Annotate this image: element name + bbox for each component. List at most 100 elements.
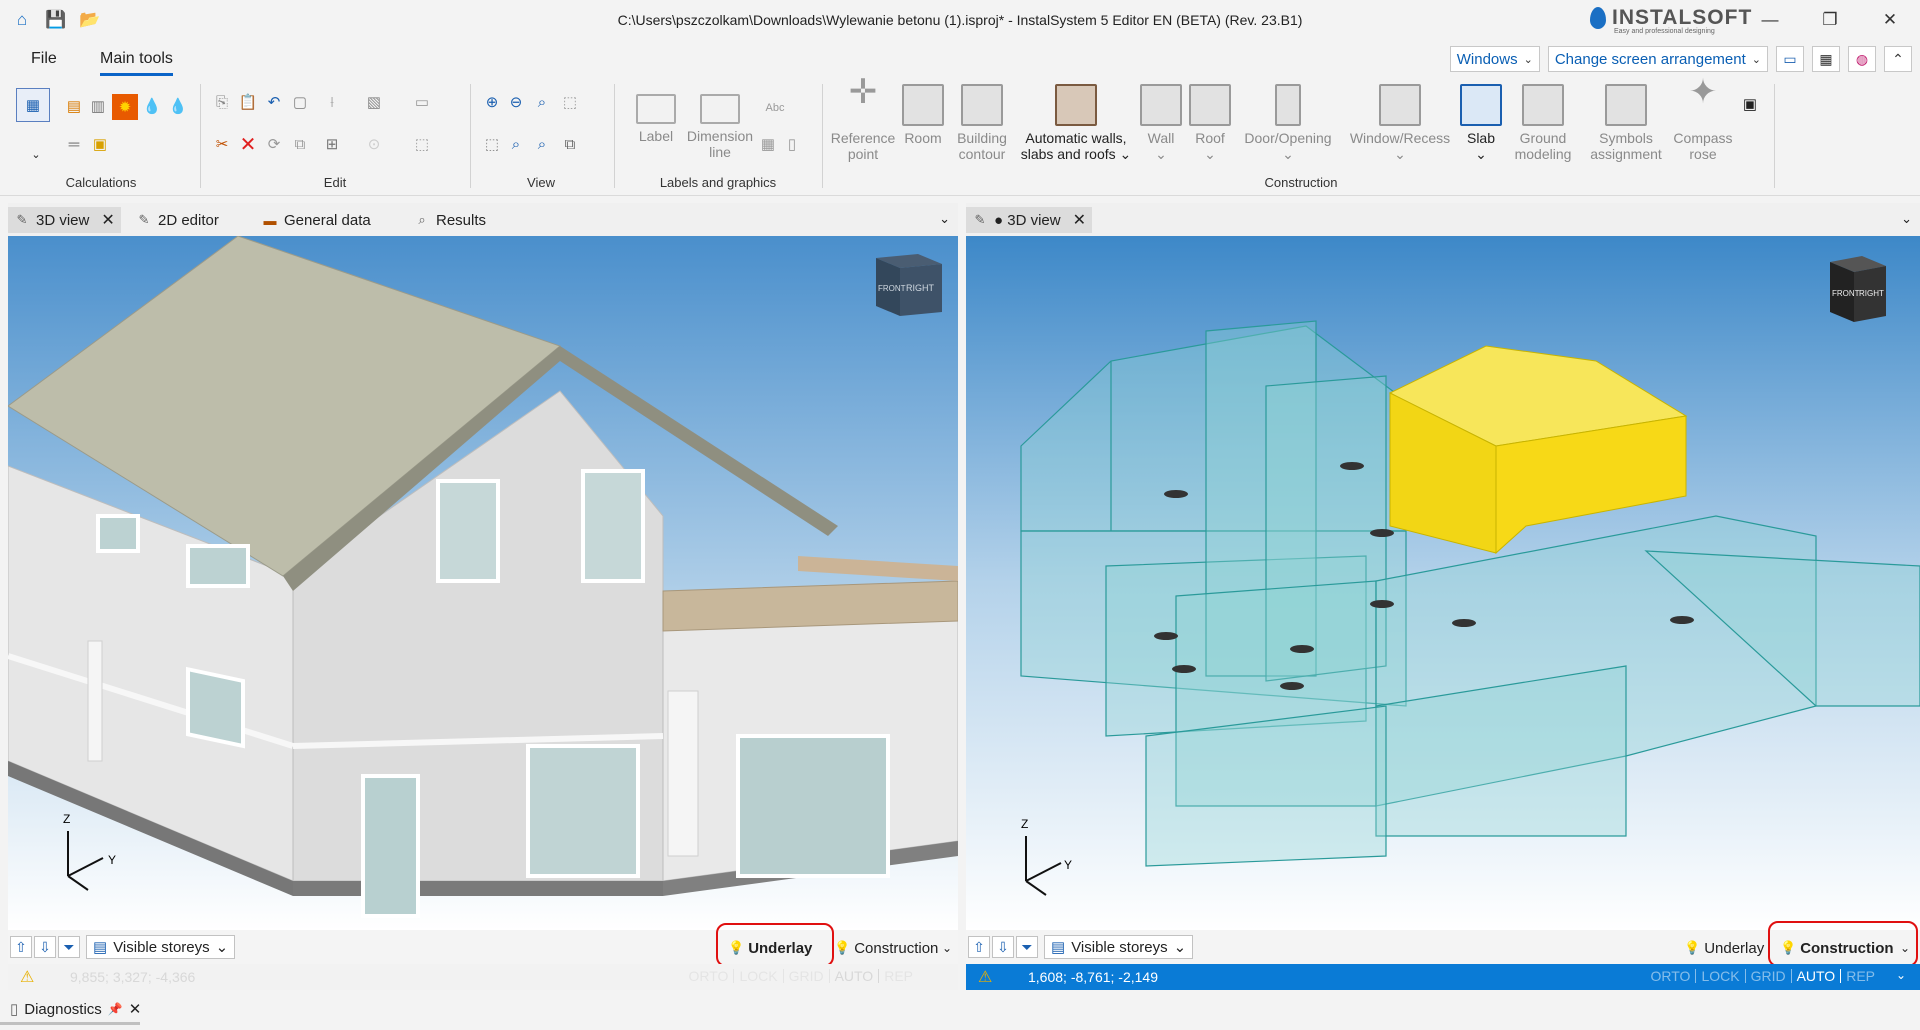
- toggle-orto[interactable]: ORTO: [1646, 969, 1697, 983]
- building-contour-button[interactable]: Building contour: [952, 84, 1012, 162]
- view-cube[interactable]: FRONT RIGHT: [1830, 256, 1886, 322]
- filter-icon[interactable]: ⏷: [58, 936, 80, 958]
- tab-file[interactable]: File: [31, 50, 57, 68]
- underlay-toggle[interactable]: 💡 Underlay: [1678, 935, 1770, 961]
- visible-storeys-dropdown[interactable]: ▤ Visible storeys ⌄: [1044, 935, 1194, 959]
- left-3d-viewport[interactable]: Z Y FRONT RIGHT: [8, 236, 958, 930]
- collapse-ribbon-icon[interactable]: ⌃: [1884, 46, 1912, 72]
- mirror-icon[interactable]: ⧉: [290, 134, 310, 154]
- toggle-auto[interactable]: AUTO: [1792, 969, 1842, 983]
- toggle-rep[interactable]: REP: [879, 969, 918, 983]
- toggle-auto[interactable]: AUTO: [830, 969, 880, 983]
- toggle-lock[interactable]: LOCK: [734, 969, 784, 983]
- visible-storeys-dropdown[interactable]: ▤ Visible storeys ⌄: [86, 935, 236, 959]
- toggle-grid[interactable]: GRID: [784, 969, 830, 983]
- zoom-prev-icon[interactable]: ⌕: [506, 134, 526, 154]
- drop-grey-icon[interactable]: 💧: [168, 96, 188, 116]
- room-button[interactable]: Room: [900, 84, 946, 146]
- tab-general-data[interactable]: ▬ General data: [256, 207, 377, 233]
- cut-icon[interactable]: ✂: [212, 134, 232, 154]
- tab-3d-view-modified[interactable]: ✎ ● 3D view ✕: [966, 207, 1092, 233]
- arrow-down-icon[interactable]: ⇩: [34, 936, 56, 958]
- select-icon[interactable]: ⬚: [412, 134, 432, 154]
- automatic-walls-button[interactable]: Automatic walls, slabs and roofs ⌄: [1018, 84, 1134, 162]
- warning-icon[interactable]: ⚠: [978, 967, 992, 987]
- screen-arrangement-dropdown[interactable]: Change screen arrangement ⌄: [1547, 46, 1768, 72]
- toggle-lock[interactable]: LOCK: [1696, 969, 1746, 983]
- ground-modeling-button[interactable]: Ground modeling: [1508, 84, 1578, 162]
- arrow-up-icon[interactable]: ⇧: [968, 936, 990, 958]
- group-icon[interactable]: ⊞: [322, 134, 342, 154]
- ungroup-icon[interactable]: ⊙: [364, 134, 384, 154]
- close-icon[interactable]: ✕: [101, 210, 114, 230]
- zoom-fit-icon[interactable]: ⬚: [560, 92, 580, 112]
- chevron-down-icon[interactable]: ⌄: [26, 144, 46, 164]
- paste-icon[interactable]: 📋: [238, 92, 258, 112]
- chevron-down-icon[interactable]: ⌄: [1894, 935, 1916, 961]
- tab-results[interactable]: ⌕ Results: [408, 207, 492, 233]
- compass-rose-button[interactable]: ✦ Compass rose: [1668, 75, 1738, 162]
- door-opening-button[interactable]: Door/Opening ⌄: [1238, 84, 1338, 162]
- symbols-assignment-button[interactable]: Symbols assignment: [1584, 84, 1668, 162]
- align-icon[interactable]: ⟊: [322, 92, 342, 112]
- zoom-in-icon[interactable]: ⊕: [482, 92, 502, 112]
- zoom-select-icon[interactable]: ⬚: [482, 134, 502, 154]
- copy-icon[interactable]: ⎘: [212, 92, 232, 112]
- chevron-down-icon[interactable]: ⌄: [939, 211, 950, 227]
- heater-icon[interactable]: ▤: [64, 96, 84, 116]
- water-drop-icon[interactable]: 💧: [142, 96, 162, 116]
- toggle-rep[interactable]: REP: [1841, 969, 1880, 983]
- frame-icon[interactable]: ▢: [290, 92, 310, 112]
- minimize-icon[interactable]: —: [1740, 0, 1800, 40]
- arrow-up-icon[interactable]: ⇧: [10, 936, 32, 958]
- chevron-down-icon[interactable]: ⌄: [936, 935, 958, 961]
- color-palette-icon[interactable]: ◍: [1848, 46, 1876, 72]
- label-button[interactable]: Label: [626, 84, 686, 144]
- right-3d-viewport[interactable]: Z Y FRONT RIGHT: [966, 236, 1920, 930]
- tab-main-tools[interactable]: Main tools: [100, 50, 173, 76]
- report-icon[interactable]: ▣: [90, 134, 110, 154]
- views-icon[interactable]: ⧉: [560, 134, 580, 154]
- table-icon[interactable]: ▦: [758, 134, 778, 154]
- measure-icon[interactable]: ▭: [412, 92, 432, 112]
- pipe-icon[interactable]: ═: [64, 134, 84, 154]
- slab-button[interactable]: Slab ⌄: [1456, 84, 1506, 162]
- pin-icon[interactable]: 📌: [108, 1002, 123, 1016]
- zoom-out-icon[interactable]: ⊖: [506, 92, 526, 112]
- window-recess-button[interactable]: Window/Recess ⌄: [1346, 84, 1454, 162]
- layers-icon[interactable]: ▧: [364, 92, 384, 112]
- toggle-grid[interactable]: GRID: [1746, 969, 1792, 983]
- restore-icon[interactable]: ❐: [1800, 0, 1860, 40]
- warning-icon[interactable]: ⚠: [20, 967, 34, 987]
- radiator-icon[interactable]: ▥: [88, 96, 108, 116]
- close-icon[interactable]: ✕: [129, 1000, 142, 1018]
- tab-3d-view[interactable]: ✎ 3D view ✕: [8, 207, 121, 233]
- screen-icon[interactable]: ▭: [1776, 46, 1804, 72]
- roof-button[interactable]: Roof ⌄: [1188, 84, 1232, 162]
- view-cube[interactable]: FRONT RIGHT: [876, 254, 942, 316]
- export-icon[interactable]: ▣: [1740, 94, 1760, 114]
- windows-dropdown[interactable]: Windows ⌄: [1449, 46, 1540, 72]
- filter-icon[interactable]: ⏷: [1016, 936, 1038, 958]
- construction-toggle[interactable]: 💡 Construction: [828, 935, 944, 961]
- arrow-down-icon[interactable]: ⇩: [992, 936, 1014, 958]
- close-icon[interactable]: ✕: [1073, 210, 1086, 230]
- dimension-line-button[interactable]: Dimension line: [678, 84, 762, 160]
- undo-icon[interactable]: ↶: [264, 92, 284, 112]
- page-icon[interactable]: ▯: [782, 134, 802, 154]
- heat-source-icon[interactable]: ✹: [112, 94, 138, 120]
- tab-2d-editor[interactable]: ✎ 2D editor: [130, 207, 225, 233]
- diagnostics-tab[interactable]: ▯ Diagnostics 📌 ✕: [0, 990, 142, 1030]
- text-style-icon[interactable]: Abc: [758, 98, 792, 118]
- calculator-icon[interactable]: ▦: [1812, 46, 1840, 72]
- chevron-down-icon[interactable]: ⌄: [1896, 968, 1906, 982]
- delete-icon[interactable]: ✕: [238, 134, 258, 156]
- toggle-orto[interactable]: ORTO: [684, 969, 735, 983]
- reference-point-button[interactable]: ✛ Reference point: [828, 75, 898, 162]
- calculator-grid-icon[interactable]: ▦: [16, 88, 50, 122]
- wall-button[interactable]: Wall ⌄: [1138, 84, 1184, 162]
- rotate-icon[interactable]: ⟳: [264, 134, 284, 154]
- close-icon[interactable]: ✕: [1860, 0, 1920, 40]
- zoom-window-icon[interactable]: ⌕: [532, 92, 552, 112]
- chevron-down-icon[interactable]: ⌄: [1901, 211, 1912, 227]
